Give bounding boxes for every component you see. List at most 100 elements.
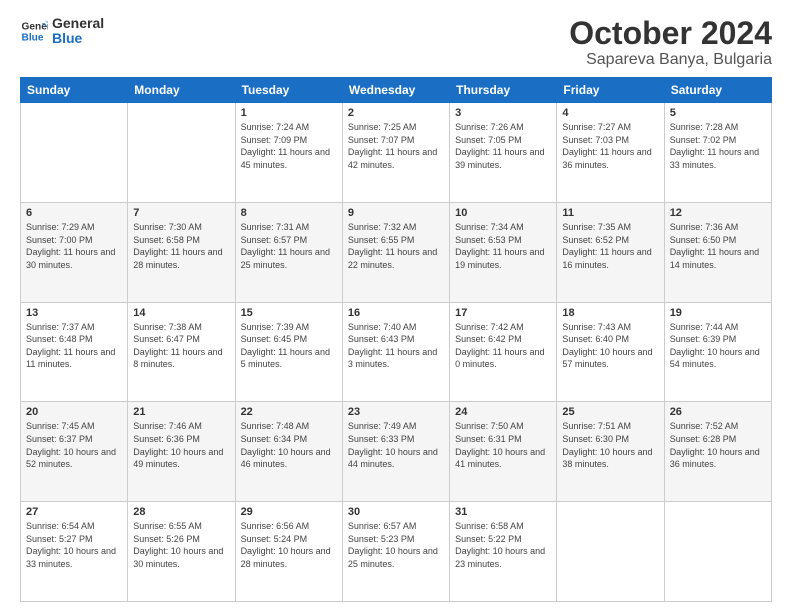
day-info: Sunrise: 7:38 AM Sunset: 6:47 PM Dayligh… [133, 321, 229, 371]
day-info: Sunrise: 7:24 AM Sunset: 7:09 PM Dayligh… [241, 121, 337, 171]
day-number: 6 [26, 207, 122, 219]
day-info: Sunrise: 7:36 AM Sunset: 6:50 PM Dayligh… [670, 221, 766, 271]
day-number: 9 [348, 207, 444, 219]
page-subtitle: Sapareva Banya, Bulgaria [569, 51, 772, 69]
calendar-cell: 28 Sunrise: 6:55 AM Sunset: 5:26 PM Dayli… [128, 502, 235, 602]
day-number: 11 [562, 207, 658, 219]
day-number: 24 [455, 406, 551, 418]
calendar-week-2: 6Sunrise: 7:29 AM Sunset: 7:00 PM Daylig… [21, 202, 772, 302]
col-saturday: Saturday [664, 78, 771, 103]
day-number: 4 [562, 107, 658, 119]
calendar-cell: 18 Sunrise: 7:43 AM Sunset: 6:40 PM Dayli… [557, 302, 664, 402]
logo-icon: General Blue [20, 17, 48, 45]
day-info: Sunrise: 7:43 AM Sunset: 6:40 PM Dayligh… [562, 321, 658, 371]
calendar-cell: 29 Sunrise: 6:56 AM Sunset: 5:24 PM Dayli… [235, 502, 342, 602]
calendar-cell: 23Sunrise: 7:49 AM Sunset: 6:33 PM Dayli… [342, 402, 449, 502]
col-wednesday: Wednesday [342, 78, 449, 103]
col-monday: Monday [128, 78, 235, 103]
calendar-cell: 2 Sunrise: 7:25 AM Sunset: 7:07 PM Daylig… [342, 103, 449, 203]
header-row: Sunday Monday Tuesday Wednesday Thursday… [21, 78, 772, 103]
day-info: Sunrise: 7:34 AM Sunset: 6:53 PM Dayligh… [455, 221, 551, 271]
calendar-cell: 7 Sunrise: 7:30 AM Sunset: 6:58 PM Daylig… [128, 202, 235, 302]
day-number: 22 [241, 406, 337, 418]
logo-line2: Blue [52, 31, 104, 46]
calendar-cell: 31Sunrise: 6:58 AM Sunset: 5:22 PM Dayli… [450, 502, 557, 602]
day-info: Sunrise: 6:54 AM Sunset: 5:27 PM Dayligh… [26, 520, 122, 570]
day-number: 30 [348, 506, 444, 518]
calendar-cell: 15 Sunrise: 7:39 AM Sunset: 6:45 PM Dayli… [235, 302, 342, 402]
calendar-cell: 16Sunrise: 7:40 AM Sunset: 6:43 PM Dayli… [342, 302, 449, 402]
calendar-week-1: 1 Sunrise: 7:24 AM Sunset: 7:09 PM Daylig… [21, 103, 772, 203]
calendar-cell: 12 Sunrise: 7:36 AM Sunset: 6:50 PM Dayli… [664, 202, 771, 302]
day-number: 20 [26, 406, 122, 418]
calendar-cell: 1 Sunrise: 7:24 AM Sunset: 7:09 PM Daylig… [235, 103, 342, 203]
title-block: October 2024 Sapareva Banya, Bulgaria [569, 16, 772, 69]
day-info: Sunrise: 7:44 AM Sunset: 6:39 PM Dayligh… [670, 321, 766, 371]
calendar-cell: 14 Sunrise: 7:38 AM Sunset: 6:47 PM Dayli… [128, 302, 235, 402]
calendar-cell: 3Sunrise: 7:26 AM Sunset: 7:05 PM Daylig… [450, 103, 557, 203]
day-info: Sunrise: 7:52 AM Sunset: 6:28 PM Dayligh… [670, 420, 766, 470]
calendar-cell: 21Sunrise: 7:46 AM Sunset: 6:36 PM Dayli… [128, 402, 235, 502]
day-info: Sunrise: 6:57 AM Sunset: 5:23 PM Dayligh… [348, 520, 444, 570]
page-title: October 2024 [569, 16, 772, 51]
day-number: 25 [562, 406, 658, 418]
day-info: Sunrise: 7:28 AM Sunset: 7:02 PM Dayligh… [670, 121, 766, 171]
calendar-week-3: 13 Sunrise: 7:37 AM Sunset: 6:48 PM Dayli… [21, 302, 772, 402]
day-info: Sunrise: 7:40 AM Sunset: 6:43 PM Dayligh… [348, 321, 444, 371]
day-number: 1 [241, 107, 337, 119]
calendar-cell: 27Sunrise: 6:54 AM Sunset: 5:27 PM Dayli… [21, 502, 128, 602]
calendar-cell: 17 Sunrise: 7:42 AM Sunset: 6:42 PM Dayli… [450, 302, 557, 402]
calendar-header: Sunday Monday Tuesday Wednesday Thursday… [21, 78, 772, 103]
calendar-cell: 10 Sunrise: 7:34 AM Sunset: 6:53 PM Dayli… [450, 202, 557, 302]
col-sunday: Sunday [21, 78, 128, 103]
day-number: 13 [26, 307, 122, 319]
calendar-cell: 22 Sunrise: 7:48 AM Sunset: 6:34 PM Dayli… [235, 402, 342, 502]
day-number: 26 [670, 406, 766, 418]
svg-text:Blue: Blue [22, 33, 44, 44]
day-number: 7 [133, 207, 229, 219]
svg-text:General: General [22, 22, 48, 33]
calendar-cell [664, 502, 771, 602]
day-info: Sunrise: 7:27 AM Sunset: 7:03 PM Dayligh… [562, 121, 658, 171]
day-info: Sunrise: 7:46 AM Sunset: 6:36 PM Dayligh… [133, 420, 229, 470]
calendar-cell: 11 Sunrise: 7:35 AM Sunset: 6:52 PM Dayli… [557, 202, 664, 302]
calendar-cell [21, 103, 128, 203]
calendar-cell: 4 Sunrise: 7:27 AM Sunset: 7:03 PM Daylig… [557, 103, 664, 203]
day-number: 31 [455, 506, 551, 518]
col-friday: Friday [557, 78, 664, 103]
day-info: Sunrise: 7:51 AM Sunset: 6:30 PM Dayligh… [562, 420, 658, 470]
col-tuesday: Tuesday [235, 78, 342, 103]
day-number: 17 [455, 307, 551, 319]
calendar-cell: 8Sunrise: 7:31 AM Sunset: 6:57 PM Daylig… [235, 202, 342, 302]
calendar-cell [128, 103, 235, 203]
day-number: 2 [348, 107, 444, 119]
day-info: Sunrise: 7:30 AM Sunset: 6:58 PM Dayligh… [133, 221, 229, 271]
calendar-cell: 19Sunrise: 7:44 AM Sunset: 6:39 PM Dayli… [664, 302, 771, 402]
day-info: Sunrise: 7:39 AM Sunset: 6:45 PM Dayligh… [241, 321, 337, 371]
day-number: 10 [455, 207, 551, 219]
day-info: Sunrise: 7:31 AM Sunset: 6:57 PM Dayligh… [241, 221, 337, 271]
day-info: Sunrise: 7:42 AM Sunset: 6:42 PM Dayligh… [455, 321, 551, 371]
day-info: Sunrise: 7:26 AM Sunset: 7:05 PM Dayligh… [455, 121, 551, 171]
day-number: 29 [241, 506, 337, 518]
day-info: Sunrise: 7:25 AM Sunset: 7:07 PM Dayligh… [348, 121, 444, 171]
day-number: 23 [348, 406, 444, 418]
page: General Blue General Blue October 2024 S… [0, 0, 792, 612]
calendar-cell: 13 Sunrise: 7:37 AM Sunset: 6:48 PM Dayli… [21, 302, 128, 402]
day-number: 15 [241, 307, 337, 319]
day-number: 28 [133, 506, 229, 518]
calendar-cell [557, 502, 664, 602]
day-info: Sunrise: 6:55 AM Sunset: 5:26 PM Dayligh… [133, 520, 229, 570]
day-info: Sunrise: 7:45 AM Sunset: 6:37 PM Dayligh… [26, 420, 122, 470]
day-number: 14 [133, 307, 229, 319]
day-info: Sunrise: 6:56 AM Sunset: 5:24 PM Dayligh… [241, 520, 337, 570]
day-number: 18 [562, 307, 658, 319]
header: General Blue General Blue October 2024 S… [20, 16, 772, 69]
day-info: Sunrise: 7:48 AM Sunset: 6:34 PM Dayligh… [241, 420, 337, 470]
day-info: Sunrise: 7:35 AM Sunset: 6:52 PM Dayligh… [562, 221, 658, 271]
day-number: 5 [670, 107, 766, 119]
day-info: Sunrise: 7:37 AM Sunset: 6:48 PM Dayligh… [26, 321, 122, 371]
calendar-cell: 5 Sunrise: 7:28 AM Sunset: 7:02 PM Daylig… [664, 103, 771, 203]
day-number: 12 [670, 207, 766, 219]
calendar-week-5: 27Sunrise: 6:54 AM Sunset: 5:27 PM Dayli… [21, 502, 772, 602]
